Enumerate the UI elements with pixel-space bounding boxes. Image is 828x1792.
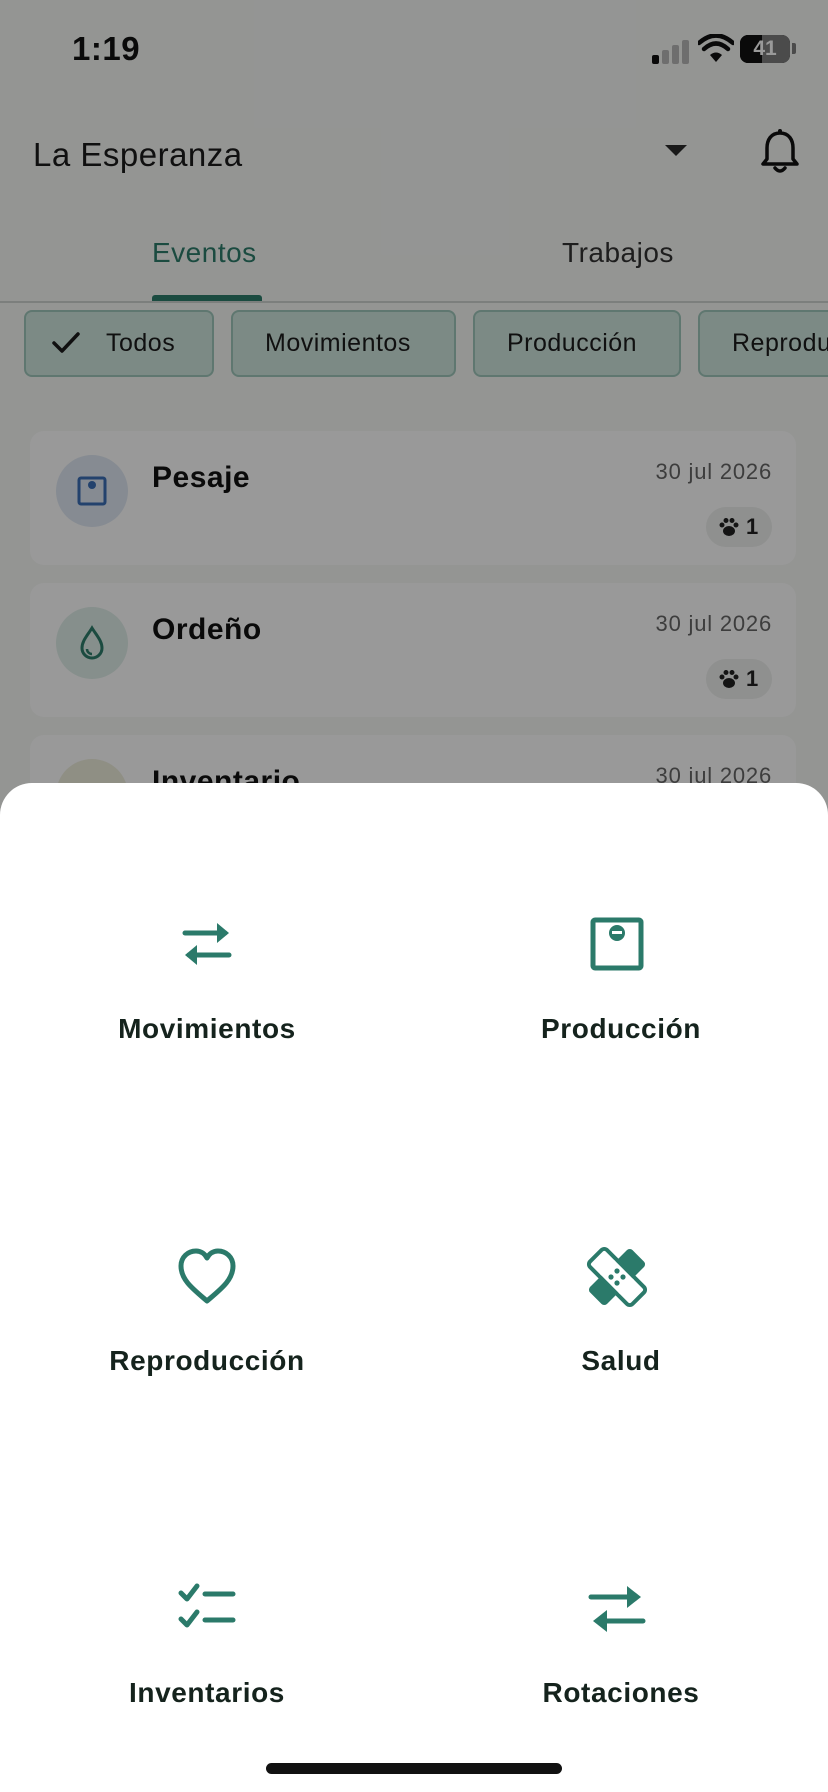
swap-arrows-icon	[182, 923, 232, 965]
rotate-arrows-icon	[588, 1586, 646, 1632]
bandage-icon	[586, 1246, 648, 1308]
event-type-sheet: Movimientos Producción Reproducción Salu…	[0, 783, 828, 1792]
option-salud[interactable]: Salud	[414, 1245, 828, 1376]
home-indicator[interactable]	[266, 1763, 562, 1774]
option-label: Inventarios	[129, 1677, 285, 1708]
option-movimientos[interactable]: Movimientos	[0, 913, 414, 1044]
option-rotaciones[interactable]: Rotaciones	[414, 1577, 828, 1708]
option-label: Movimientos	[118, 1013, 296, 1044]
option-label: Salud	[581, 1345, 661, 1376]
heart-icon	[178, 1248, 236, 1304]
option-label: Producción	[540, 1013, 701, 1044]
option-reproduccion[interactable]: Reproducción	[0, 1245, 414, 1376]
option-inventarios[interactable]: Inventarios	[0, 1577, 414, 1708]
scale-icon	[590, 917, 644, 971]
checklist-icon	[178, 1583, 236, 1628]
option-produccion[interactable]: Producción	[414, 913, 828, 1044]
option-label: Rotaciones	[542, 1677, 700, 1708]
option-label: Reproducción	[109, 1345, 305, 1376]
